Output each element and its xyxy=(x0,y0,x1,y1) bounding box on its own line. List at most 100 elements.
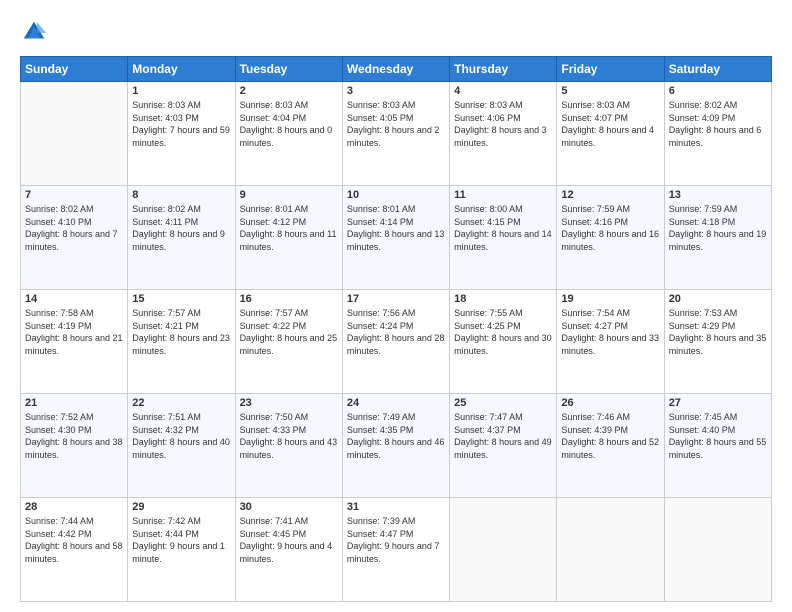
calendar-cell: 28 Sunrise: 7:44 AMSunset: 4:42 PMDayligh… xyxy=(21,498,128,602)
day-number: 19 xyxy=(561,293,659,305)
calendar-cell: 20 Sunrise: 7:53 AMSunset: 4:29 PMDayligh… xyxy=(664,290,771,394)
day-detail: Sunrise: 8:02 AMSunset: 4:09 PMDaylight:… xyxy=(669,99,767,149)
calendar-cell: 29 Sunrise: 7:42 AMSunset: 4:44 PMDayligh… xyxy=(128,498,235,602)
calendar-cell: 5 Sunrise: 8:03 AMSunset: 4:07 PMDaylight… xyxy=(557,82,664,186)
calendar-cell: 7 Sunrise: 8:02 AMSunset: 4:10 PMDaylight… xyxy=(21,186,128,290)
calendar-header-thursday: Thursday xyxy=(450,57,557,82)
day-detail: Sunrise: 7:56 AMSunset: 4:24 PMDaylight:… xyxy=(347,307,445,357)
day-number: 28 xyxy=(25,501,123,513)
logo-icon xyxy=(20,18,48,46)
day-number: 12 xyxy=(561,189,659,201)
day-detail: Sunrise: 8:03 AMSunset: 4:03 PMDaylight:… xyxy=(132,99,230,149)
day-number: 15 xyxy=(132,293,230,305)
calendar-header-row: SundayMondayTuesdayWednesdayThursdayFrid… xyxy=(21,57,772,82)
calendar-week-row: 1Sunrise: 8:03 AMSunset: 4:03 PMDaylight… xyxy=(21,82,772,186)
day-detail: Sunrise: 7:54 AMSunset: 4:27 PMDaylight:… xyxy=(561,307,659,357)
day-number: 7 xyxy=(25,189,123,201)
calendar-cell: 23 Sunrise: 7:50 AMSunset: 4:33 PMDayligh… xyxy=(235,394,342,498)
header xyxy=(20,18,772,46)
calendar-cell: 27 Sunrise: 7:45 AMSunset: 4:40 PMDayligh… xyxy=(664,394,771,498)
calendar-header-saturday: Saturday xyxy=(664,57,771,82)
day-detail: Sunrise: 7:55 AMSunset: 4:25 PMDaylight:… xyxy=(454,307,552,357)
day-detail: Sunrise: 7:39 AMSunset: 4:47 PMDaylight:… xyxy=(347,515,445,565)
calendar-week-row: 21Sunrise: 7:52 AMSunset: 4:30 PMDayligh… xyxy=(21,394,772,498)
day-detail: Sunrise: 7:45 AMSunset: 4:40 PMDaylight:… xyxy=(669,411,767,461)
day-detail: Sunrise: 8:00 AMSunset: 4:15 PMDaylight:… xyxy=(454,203,552,253)
calendar-cell: 14Sunrise: 7:58 AMSunset: 4:19 PMDayligh… xyxy=(21,290,128,394)
calendar-cell: 17 Sunrise: 7:56 AMSunset: 4:24 PMDayligh… xyxy=(342,290,449,394)
calendar-cell: 11 Sunrise: 8:00 AMSunset: 4:15 PMDayligh… xyxy=(450,186,557,290)
day-detail: Sunrise: 7:51 AMSunset: 4:32 PMDaylight:… xyxy=(132,411,230,461)
day-detail: Sunrise: 7:42 AMSunset: 4:44 PMDaylight:… xyxy=(132,515,230,565)
day-detail: Sunrise: 8:02 AMSunset: 4:10 PMDaylight:… xyxy=(25,203,123,253)
calendar-cell xyxy=(21,82,128,186)
calendar-cell: 16Sunrise: 7:57 AMSunset: 4:22 PMDayligh… xyxy=(235,290,342,394)
day-number: 25 xyxy=(454,397,552,409)
day-detail: Sunrise: 7:47 AMSunset: 4:37 PMDaylight:… xyxy=(454,411,552,461)
day-detail: Sunrise: 7:44 AMSunset: 4:42 PMDaylight:… xyxy=(25,515,123,565)
logo xyxy=(20,18,52,46)
day-number: 3 xyxy=(347,85,445,97)
calendar-cell: 26Sunrise: 7:46 AMSunset: 4:39 PMDayligh… xyxy=(557,394,664,498)
day-number: 27 xyxy=(669,397,767,409)
calendar-table: SundayMondayTuesdayWednesdayThursdayFrid… xyxy=(20,56,772,602)
day-number: 17 xyxy=(347,293,445,305)
day-detail: Sunrise: 7:46 AMSunset: 4:39 PMDaylight:… xyxy=(561,411,659,461)
page: SundayMondayTuesdayWednesdayThursdayFrid… xyxy=(0,0,792,612)
calendar-cell: 30 Sunrise: 7:41 AMSunset: 4:45 PMDayligh… xyxy=(235,498,342,602)
day-number: 29 xyxy=(132,501,230,513)
day-detail: Sunrise: 7:50 AMSunset: 4:33 PMDaylight:… xyxy=(240,411,338,461)
day-number: 10 xyxy=(347,189,445,201)
day-number: 9 xyxy=(240,189,338,201)
day-detail: Sunrise: 8:03 AMSunset: 4:05 PMDaylight:… xyxy=(347,99,445,149)
calendar-cell: 1Sunrise: 8:03 AMSunset: 4:03 PMDaylight… xyxy=(128,82,235,186)
calendar-week-row: 7 Sunrise: 8:02 AMSunset: 4:10 PMDaylight… xyxy=(21,186,772,290)
day-detail: Sunrise: 8:01 AMSunset: 4:12 PMDaylight:… xyxy=(240,203,338,253)
calendar-cell: 3 Sunrise: 8:03 AMSunset: 4:05 PMDaylight… xyxy=(342,82,449,186)
calendar-cell xyxy=(450,498,557,602)
calendar-header-tuesday: Tuesday xyxy=(235,57,342,82)
calendar-cell: 21Sunrise: 7:52 AMSunset: 4:30 PMDayligh… xyxy=(21,394,128,498)
calendar-cell xyxy=(557,498,664,602)
day-detail: Sunrise: 7:52 AMSunset: 4:30 PMDaylight:… xyxy=(25,411,123,461)
day-detail: Sunrise: 7:59 AMSunset: 4:16 PMDaylight:… xyxy=(561,203,659,253)
day-number: 20 xyxy=(669,293,767,305)
day-detail: Sunrise: 8:03 AMSunset: 4:06 PMDaylight:… xyxy=(454,99,552,149)
calendar-header-monday: Monday xyxy=(128,57,235,82)
day-number: 8 xyxy=(132,189,230,201)
day-number: 4 xyxy=(454,85,552,97)
calendar-cell: 6 Sunrise: 8:02 AMSunset: 4:09 PMDaylight… xyxy=(664,82,771,186)
calendar-cell: 31 Sunrise: 7:39 AMSunset: 4:47 PMDayligh… xyxy=(342,498,449,602)
calendar-cell: 19 Sunrise: 7:54 AMSunset: 4:27 PMDayligh… xyxy=(557,290,664,394)
calendar-week-row: 14Sunrise: 7:58 AMSunset: 4:19 PMDayligh… xyxy=(21,290,772,394)
day-number: 24 xyxy=(347,397,445,409)
calendar-cell: 2Sunrise: 8:03 AMSunset: 4:04 PMDaylight… xyxy=(235,82,342,186)
calendar-cell: 9 Sunrise: 8:01 AMSunset: 4:12 PMDaylight… xyxy=(235,186,342,290)
day-number: 22 xyxy=(132,397,230,409)
calendar-cell: 10Sunrise: 8:01 AMSunset: 4:14 PMDayligh… xyxy=(342,186,449,290)
day-number: 31 xyxy=(347,501,445,513)
day-number: 23 xyxy=(240,397,338,409)
day-number: 30 xyxy=(240,501,338,513)
calendar-header-sunday: Sunday xyxy=(21,57,128,82)
calendar-cell: 8 Sunrise: 8:02 AMSunset: 4:11 PMDaylight… xyxy=(128,186,235,290)
calendar-header-friday: Friday xyxy=(557,57,664,82)
day-detail: Sunrise: 7:58 AMSunset: 4:19 PMDaylight:… xyxy=(25,307,123,357)
calendar-cell: 15 Sunrise: 7:57 AMSunset: 4:21 PMDayligh… xyxy=(128,290,235,394)
day-detail: Sunrise: 7:41 AMSunset: 4:45 PMDaylight:… xyxy=(240,515,338,565)
day-number: 5 xyxy=(561,85,659,97)
day-number: 6 xyxy=(669,85,767,97)
calendar-cell: 25 Sunrise: 7:47 AMSunset: 4:37 PMDayligh… xyxy=(450,394,557,498)
day-detail: Sunrise: 8:03 AMSunset: 4:07 PMDaylight:… xyxy=(561,99,659,149)
day-number: 13 xyxy=(669,189,767,201)
day-number: 11 xyxy=(454,189,552,201)
day-detail: Sunrise: 7:59 AMSunset: 4:18 PMDaylight:… xyxy=(669,203,767,253)
calendar-cell: 13 Sunrise: 7:59 AMSunset: 4:18 PMDayligh… xyxy=(664,186,771,290)
day-detail: Sunrise: 7:53 AMSunset: 4:29 PMDaylight:… xyxy=(669,307,767,357)
day-detail: Sunrise: 7:57 AMSunset: 4:22 PMDaylight:… xyxy=(240,307,338,357)
calendar-header-wednesday: Wednesday xyxy=(342,57,449,82)
day-detail: Sunrise: 8:02 AMSunset: 4:11 PMDaylight:… xyxy=(132,203,230,253)
calendar-cell: 4 Sunrise: 8:03 AMSunset: 4:06 PMDaylight… xyxy=(450,82,557,186)
day-detail: Sunrise: 7:57 AMSunset: 4:21 PMDaylight:… xyxy=(132,307,230,357)
day-detail: Sunrise: 7:49 AMSunset: 4:35 PMDaylight:… xyxy=(347,411,445,461)
